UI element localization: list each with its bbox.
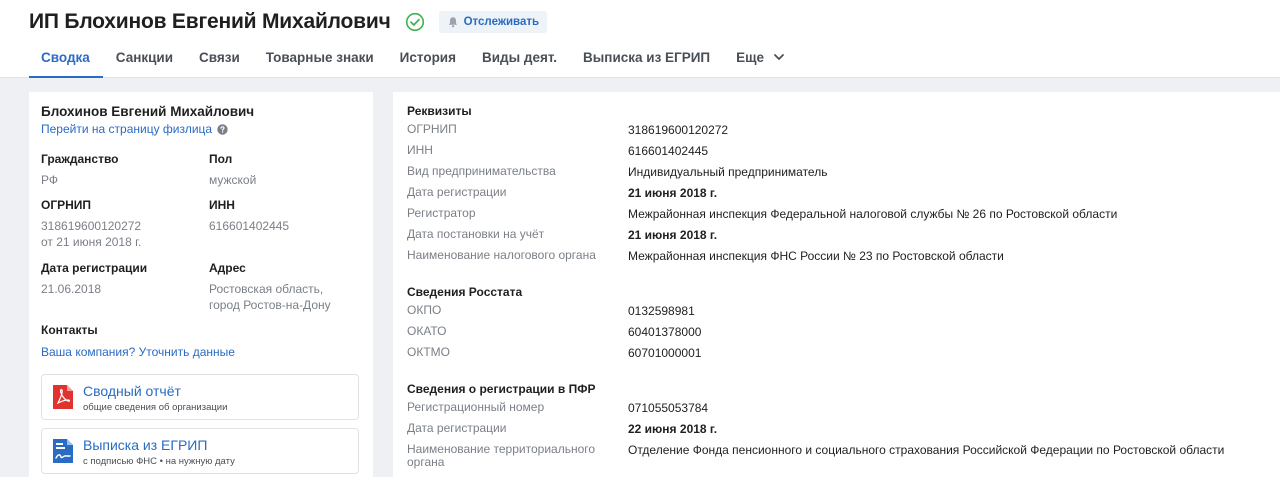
follow-label: Отслеживать	[463, 16, 540, 28]
detail-key: Наименование налогового органа	[407, 248, 596, 262]
chevron-down-icon	[773, 48, 785, 60]
detail-value: 318619600120272	[628, 123, 729, 137]
tab-more-label: Еще	[736, 50, 765, 65]
contacts-label: Контакты	[41, 323, 98, 337]
contacts-link[interactable]: Ваша компания? Уточнить данные	[41, 345, 235, 359]
tab-activities[interactable]: Виды деят.	[469, 48, 570, 78]
inn-label: ИНН	[209, 198, 235, 212]
top-bar: ИП Блохинов Евгений Михайлович Отслежива…	[0, 0, 1280, 78]
citizenship-label: Гражданство	[41, 152, 119, 166]
tab-trademarks[interactable]: Товарные знаки	[253, 48, 387, 78]
tab-connections[interactable]: Связи	[186, 48, 253, 78]
detail-key: Регистрационный номер	[407, 400, 545, 414]
address-line-2: город Ростов-на-Дону	[209, 298, 331, 312]
detail-key: ОГРНИП	[407, 122, 457, 136]
address-label: Адрес	[209, 261, 246, 275]
detail-value: 071055053784	[628, 401, 709, 415]
verified-check-icon	[405, 12, 425, 32]
detail-value: 21 июня 2018 г.	[628, 186, 718, 200]
page-title: ИП Блохинов Евгений Михайлович	[29, 10, 391, 33]
detail-key: Регистратор	[407, 206, 476, 220]
tab-sanctions[interactable]: Санкции	[103, 48, 186, 78]
detail-key: ИНН	[407, 143, 433, 157]
detail-value: 616601402445	[628, 144, 709, 158]
detail-key: Дата регистрации	[407, 421, 507, 435]
regdate-label: Дата регистрации	[41, 261, 148, 275]
tab-egrip-extract[interactable]: Выписка из ЕГРИП	[570, 48, 723, 78]
rosstat-title: Сведения Росстата	[407, 285, 523, 299]
detail-value: Отделение Фонда пенсионного и социальног…	[628, 443, 1225, 457]
title-row: ИП Блохинов Евгений Михайлович Отслежива…	[29, 9, 548, 35]
detail-key: ОКТМО	[407, 345, 450, 359]
signed-document-icon	[52, 438, 74, 464]
detail-value: 21 июня 2018 г.	[628, 228, 718, 242]
ogrnip-value: 318619600120272	[41, 219, 142, 233]
tab-summary[interactable]: Сводка	[29, 48, 103, 78]
detail-value: 22 июня 2018 г.	[628, 422, 718, 436]
follow-button[interactable]: Отслеживать	[438, 11, 548, 33]
regdate-value: 21.06.2018	[41, 282, 102, 296]
tab-history[interactable]: История	[387, 48, 469, 78]
gender-label: Пол	[209, 152, 233, 166]
detail-value: Межрайонная инспекция ФНС России № 23 по…	[628, 249, 1004, 263]
address-line-1: Ростовская область,	[209, 282, 324, 296]
detail-key: ОКПО	[407, 303, 442, 317]
person-page-link[interactable]: Перейти на страницу физлица	[41, 122, 228, 136]
ogrnip-label: ОГРНИП	[41, 198, 92, 212]
ogrnip-date: от 21 июня 2018 г.	[41, 235, 142, 249]
egrip-extract-title: Выписка из ЕГРИП	[83, 437, 208, 453]
detail-value: Индивидуальный предприниматель	[628, 165, 828, 179]
entrepreneur-name: Блохинов Евгений Михайлович	[41, 104, 255, 119]
detail-value: Межрайонная инспекция Федеральной налого…	[628, 207, 1118, 221]
citizenship-value: РФ	[41, 173, 58, 187]
detail-key: ОКАТО	[407, 324, 447, 338]
person-page-link-label: Перейти на страницу физлица	[41, 122, 213, 136]
bell-icon	[447, 16, 459, 28]
help-icon[interactable]	[217, 123, 228, 135]
egrip-extract-subtitle: с подписью ФНС • на нужную дату	[83, 456, 235, 467]
summary-report-subtitle: общие сведения об организации	[83, 402, 228, 413]
detail-value: 60401378000	[628, 325, 702, 339]
summary-card: Блохинов Евгений Михайлович Перейти на с…	[29, 92, 373, 477]
detail-key: Дата постановки на учёт	[407, 227, 545, 241]
detail-key: Дата регистрации	[407, 185, 507, 199]
detail-key: Вид предпринимательства	[407, 164, 556, 178]
requisites-title: Реквизиты	[407, 104, 472, 118]
tab-more[interactable]: Еще	[723, 48, 798, 78]
tab-bar: Сводка Санкции Связи Товарные знаки Исто…	[29, 48, 798, 78]
inn-value: 616601402445	[209, 219, 290, 233]
detail-value: 0132598981	[628, 304, 695, 318]
detail-key: Наименование территориального органа	[407, 442, 596, 469]
summary-report-title: Сводный отчёт	[83, 383, 181, 399]
summary-report-card[interactable]: Сводный отчёт общие сведения об организа…	[41, 374, 359, 420]
pfr-title: Сведения о регистрации в ПФР	[407, 382, 596, 396]
pdf-file-icon	[52, 384, 74, 410]
egrip-extract-card[interactable]: Выписка из ЕГРИП с подписью ФНС • на нуж…	[41, 428, 359, 474]
details-panel: Реквизиты ОГРНИП 318619600120272 ИНН 616…	[393, 92, 1280, 477]
gender-value: мужской	[209, 173, 257, 187]
detail-value: 60701000001	[628, 346, 702, 360]
